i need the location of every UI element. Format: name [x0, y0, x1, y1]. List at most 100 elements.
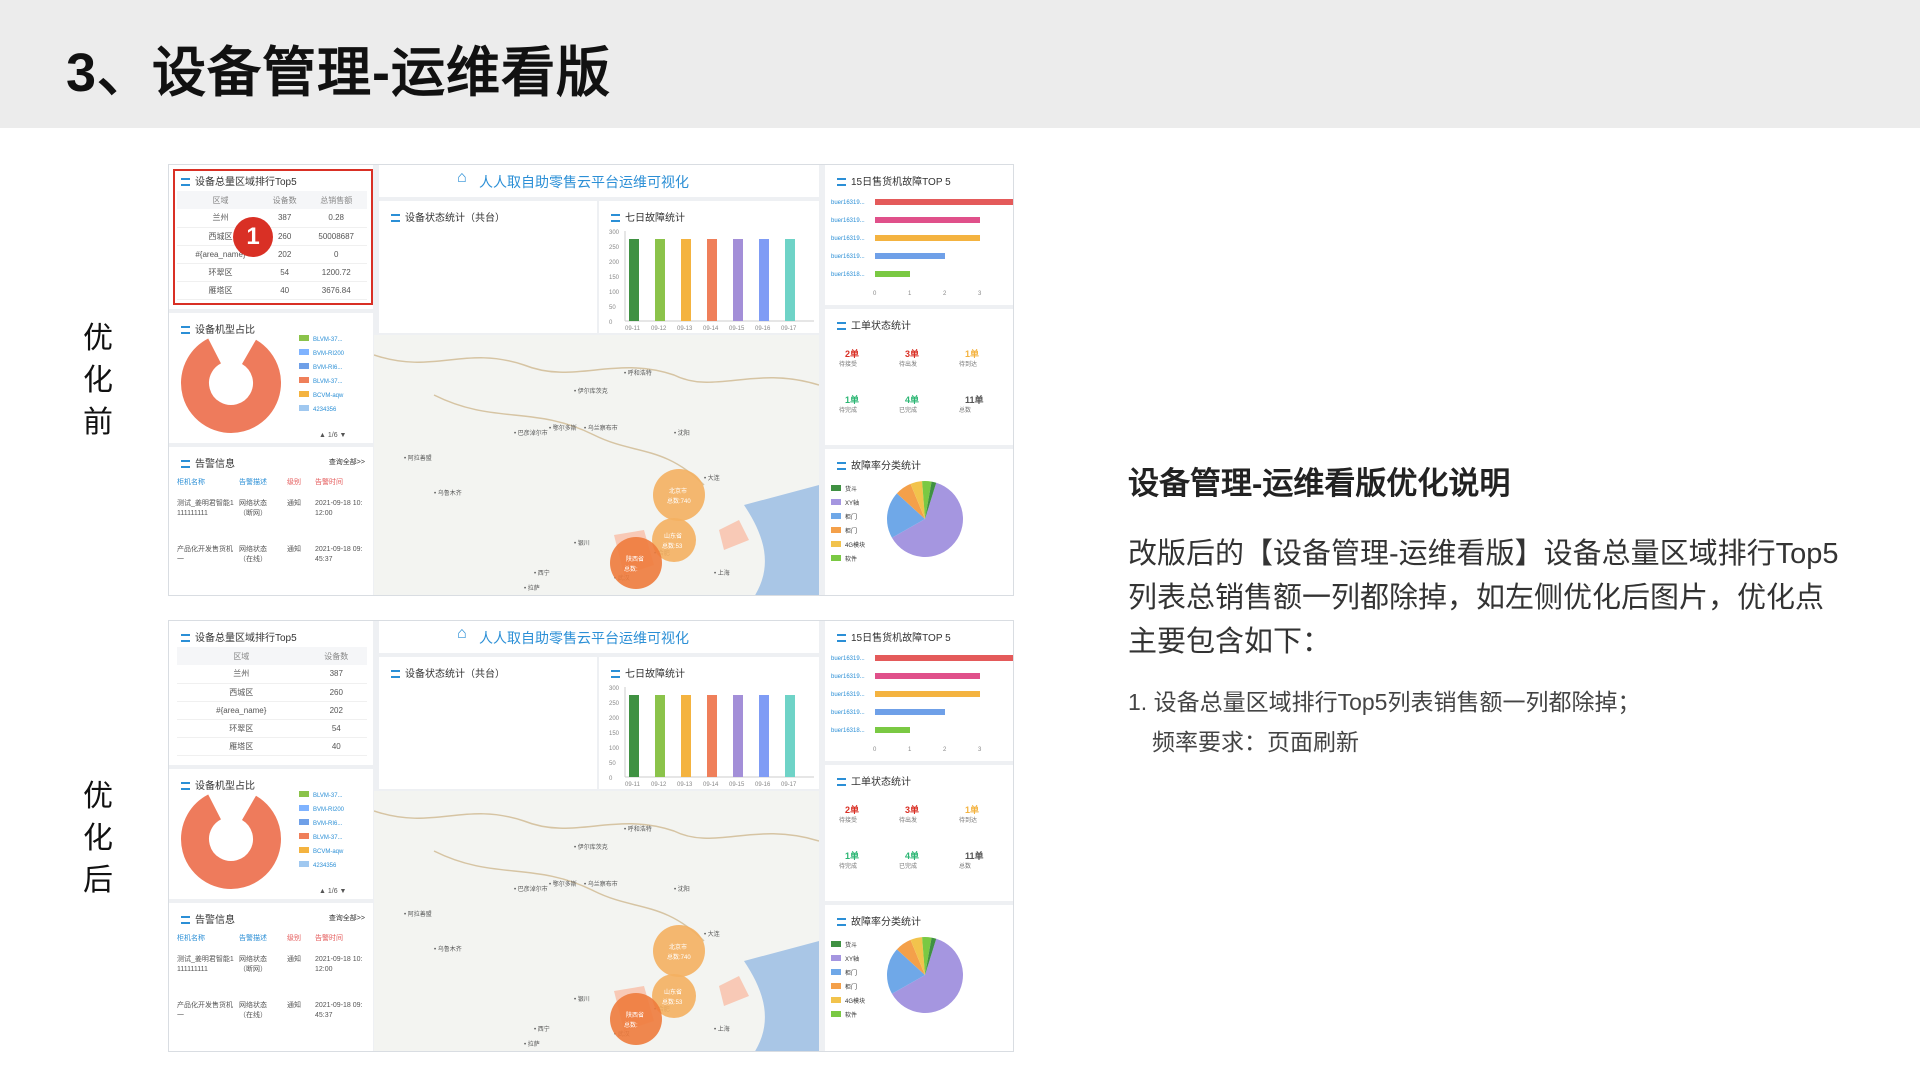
donut-arc: [181, 789, 281, 889]
legend-label: 4234356: [313, 863, 337, 869]
main-title-panel: ⌂ 人人取自助零售云平台运维可视化: [379, 621, 819, 653]
table-cell: 网络状态（在线）: [239, 546, 267, 563]
legend-label: 柜门: [845, 969, 857, 977]
row-label: buer16319...: [831, 218, 865, 224]
table-cell: #{area_name}: [177, 701, 306, 720]
view-all-link[interactable]: 查询全部>>: [329, 457, 365, 467]
china-map: • 呼和浩特 • 乌兰察布市 • 鄂尔多斯 • 巴彦淖尔市 • 伊尔库茨克 • 阿拉善盟 •…: [374, 335, 819, 595]
x-tick-label: 09-16: [755, 782, 771, 788]
bar: [629, 239, 639, 321]
map-label: • 乌鲁木齐: [434, 489, 462, 497]
legend-label: BLVM-37...: [313, 835, 343, 841]
map-bubble[interactable]: [653, 925, 705, 977]
pager[interactable]: ▲ 1/6 ▼: [319, 888, 346, 895]
map-label: • 大连: [704, 474, 720, 482]
map-label: • 乌兰察布市: [584, 424, 618, 432]
column-header: 柜机名称: [177, 479, 205, 486]
bar: [875, 271, 910, 277]
column-header: 级别: [287, 479, 301, 486]
model-donut: BLVM-37... BVM-RI200 BVM-RI6... BLVM-37... B…: [181, 333, 346, 439]
map-label: • 乌兰察布市: [584, 880, 618, 888]
panel-icon: [391, 214, 400, 222]
bubble-count: 总数:740: [667, 953, 691, 961]
map-bubble[interactable]: [653, 469, 705, 521]
table-header: 区域 设备数: [177, 647, 367, 665]
fault7-panel: 七日故障统计 300 250 200 150 100 50 0 09-11 09-12 09-13 0…: [599, 657, 819, 789]
ticket-label: 待到达: [959, 362, 978, 368]
ticket-label: 已完成: [899, 864, 918, 870]
rank-panel: 设备总量区域排行Top5 区域 设备数 兰州 387 西城区 260 #{area_name}…: [169, 621, 373, 765]
y-tick-label: 150: [609, 731, 620, 737]
x-tick-label: 1: [908, 291, 912, 297]
y-tick-label: 150: [609, 275, 620, 281]
highlight-box: [173, 169, 373, 305]
ticket-label: 总数: [959, 408, 972, 414]
highlight-region: [719, 976, 749, 1006]
x-tick-label: 09-11: [625, 782, 641, 788]
pager[interactable]: ▲ 1/6 ▼: [319, 432, 346, 439]
x-tick-label: 09-12: [651, 326, 667, 332]
legend-label: 柜门: [845, 527, 857, 535]
bubble-count: 总数:53: [662, 542, 683, 550]
legend-swatch: [299, 833, 309, 839]
ticket-label: 待完成: [839, 864, 858, 870]
map-bubble[interactable]: [610, 993, 662, 1045]
bubble-name: 山东省: [664, 988, 682, 996]
map-label: • 拉萨: [524, 584, 540, 592]
legend-label: 柜门: [845, 513, 857, 521]
y-tick-label: 100: [609, 290, 620, 296]
table-cell: 网络状态（断网）: [239, 956, 267, 973]
rank-table: 区域 设备数 兰州 387 西城区 260 #{area_name} 202 环翠区 54 雁塔区 4…: [177, 647, 367, 756]
map-bubble[interactable]: [610, 537, 662, 589]
bar: [759, 239, 769, 321]
x-tick-label: 09-13: [677, 782, 693, 788]
y-tick-label: 250: [609, 701, 620, 707]
bar: [875, 709, 945, 715]
home-icon: ⌂: [457, 625, 467, 642]
map-label: • 银川: [574, 539, 590, 547]
y-tick-label: 100: [609, 746, 620, 752]
legend-swatch: [299, 377, 309, 383]
bubble-count: 总数:740: [667, 497, 691, 505]
legend-label: BVM-RI200: [313, 807, 345, 813]
ticket-label: 待完成: [839, 408, 858, 414]
header-bar: 3、设备管理-运维看版: [0, 0, 1920, 128]
map-label: • 大连: [704, 930, 720, 938]
row-label: buer16319...: [831, 200, 865, 206]
bubble-name: 陕西省: [626, 555, 644, 563]
view-all-link[interactable]: 查询全部>>: [329, 913, 365, 923]
x-tick-label: 09-17: [781, 782, 797, 788]
map-label: • 伊尔库茨克: [574, 387, 608, 395]
bar: [629, 695, 639, 777]
rank-panel: 设备总量区域排行Top5 区域 设备数 总销售额 兰州 387 0.28 西城区 260 5000…: [169, 165, 373, 309]
ticket-label: 待接受: [839, 362, 858, 368]
bubble-count: 总数:: [624, 1021, 638, 1029]
x-tick-label: 2: [943, 291, 947, 297]
column-header: 级别: [287, 935, 301, 942]
table-row: #{area_name} 202: [177, 701, 367, 720]
row-label: buer16318...: [831, 728, 865, 734]
x-tick-label: 2: [943, 747, 947, 753]
table-cell: 测试_姜明君智能1111111111: [177, 500, 234, 517]
legend-swatch: [299, 363, 309, 369]
bar: [875, 253, 945, 259]
legend-swatch: [299, 391, 309, 397]
column-header: 告警描述: [239, 935, 267, 942]
table-cell: 网络状态（断网）: [239, 500, 267, 517]
top5-panel: 15日售货机故障TOP 5 buer16319... buer16319... bue…: [825, 165, 1013, 305]
table-cell: 2021-09-18 09:45:37: [315, 546, 363, 563]
ticket-panel: 工单状态统计 2单 待接受 3单 待出发 1单 待到达 1单 待完成 4单 已完成 11单 总数: [825, 765, 1013, 901]
legend-label: 4234356: [313, 407, 337, 413]
table-row: 雁塔区 40: [177, 737, 367, 756]
legend-label: BVM-RI6...: [313, 365, 343, 371]
table-cell: 兰州: [177, 665, 306, 684]
step-badge: 1: [233, 217, 273, 257]
y-tick-label: 200: [609, 260, 620, 266]
column-header: 区域: [177, 647, 306, 665]
map-label: • 银川: [574, 995, 590, 1003]
bar: [875, 235, 980, 241]
fault-pie: 货斗XY轴柜门柜门4G模块软件: [831, 937, 963, 1019]
panel-title: 工单状态统计: [837, 317, 911, 332]
map-label: • 沈阳: [674, 885, 690, 893]
legend-label: XY轴: [845, 955, 859, 963]
